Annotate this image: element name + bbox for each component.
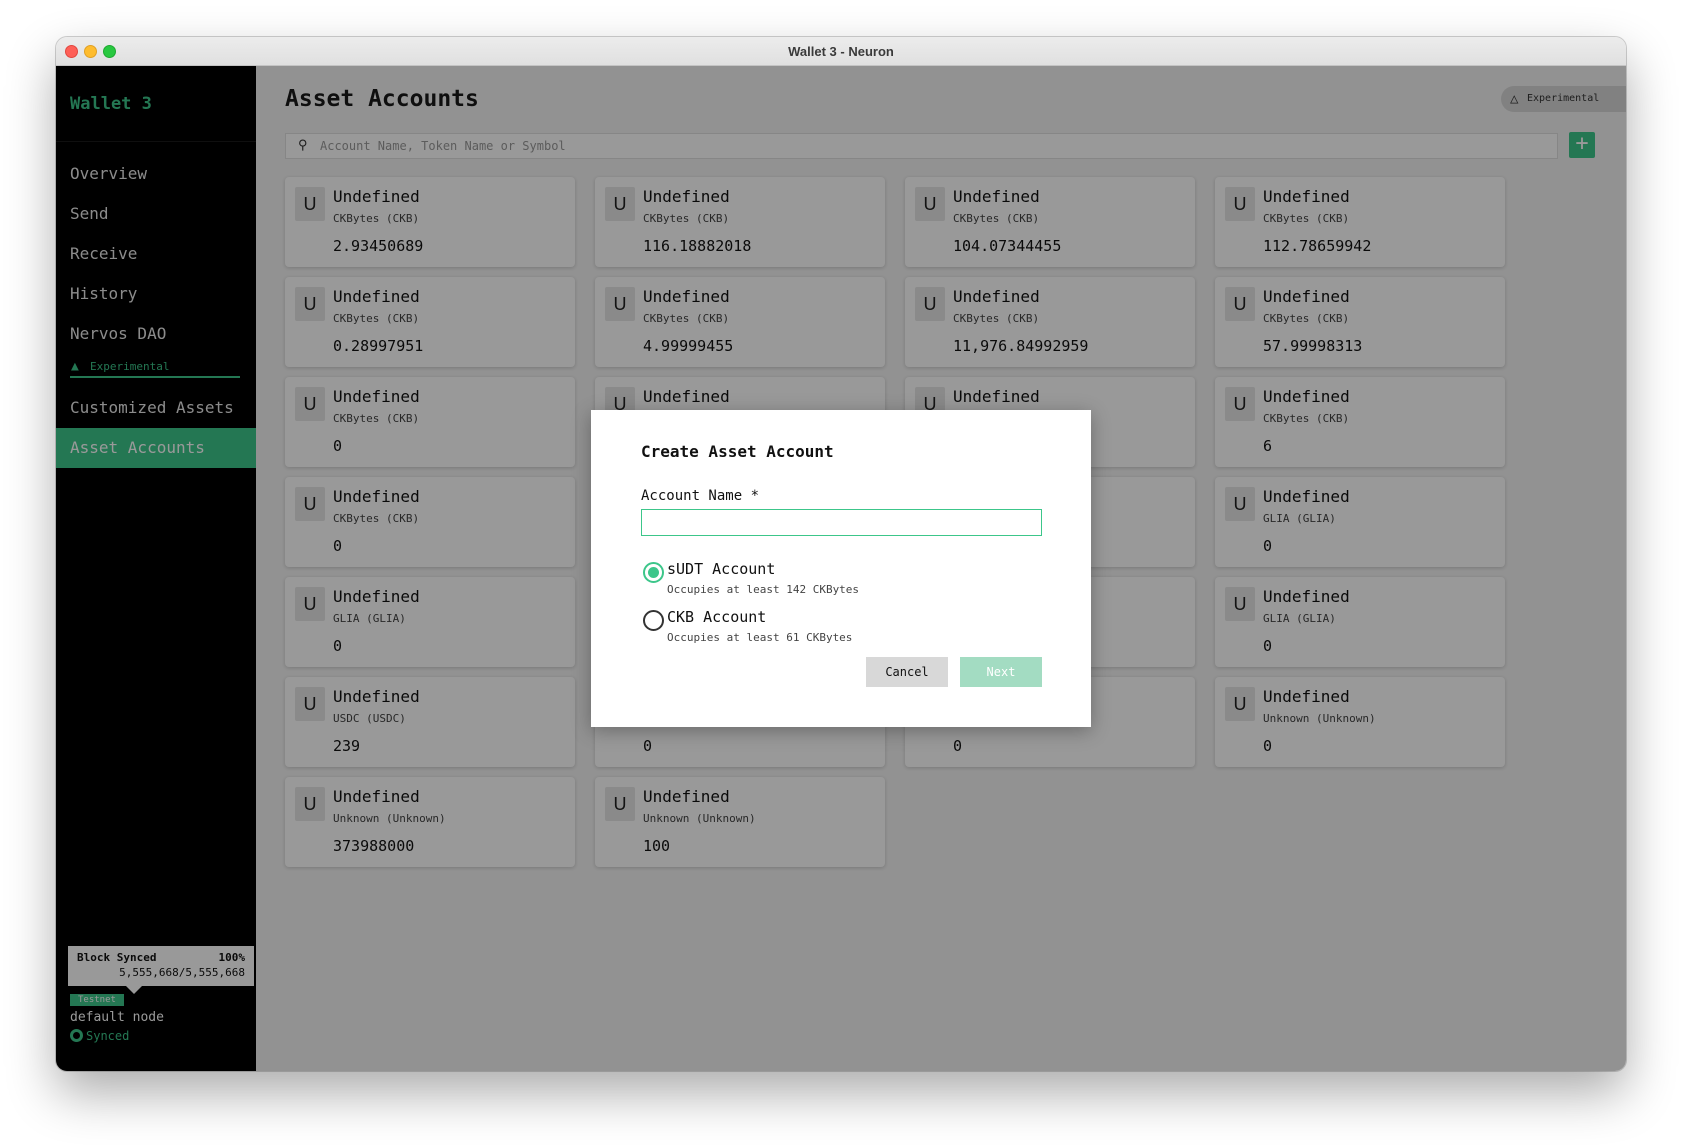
app-window: Wallet 3 - Neuron Wallet 3 Overview Send…	[56, 37, 1626, 1071]
sudt-account-label[interactable]: sUDT Account	[667, 560, 775, 578]
account-name-input[interactable]	[641, 509, 1042, 536]
dialog-title: Create Asset Account	[641, 442, 834, 461]
ckb-account-label[interactable]: CKB Account	[667, 608, 766, 626]
ckb-account-radio[interactable]	[643, 610, 664, 631]
ckb-account-hint: Occupies at least 61 CKBytes	[667, 631, 853, 644]
cancel-button[interactable]: Cancel	[866, 657, 948, 687]
create-asset-account-dialog: Create Asset Account Account Name * sUDT…	[591, 410, 1091, 727]
title-bar: Wallet 3 - Neuron	[56, 37, 1626, 66]
next-button[interactable]: Next	[960, 657, 1042, 687]
sudt-account-radio[interactable]	[643, 562, 664, 583]
window-title: Wallet 3 - Neuron	[788, 44, 894, 59]
account-name-label: Account Name *	[641, 488, 760, 504]
sudt-account-hint: Occupies at least 142 CKBytes	[667, 583, 860, 596]
